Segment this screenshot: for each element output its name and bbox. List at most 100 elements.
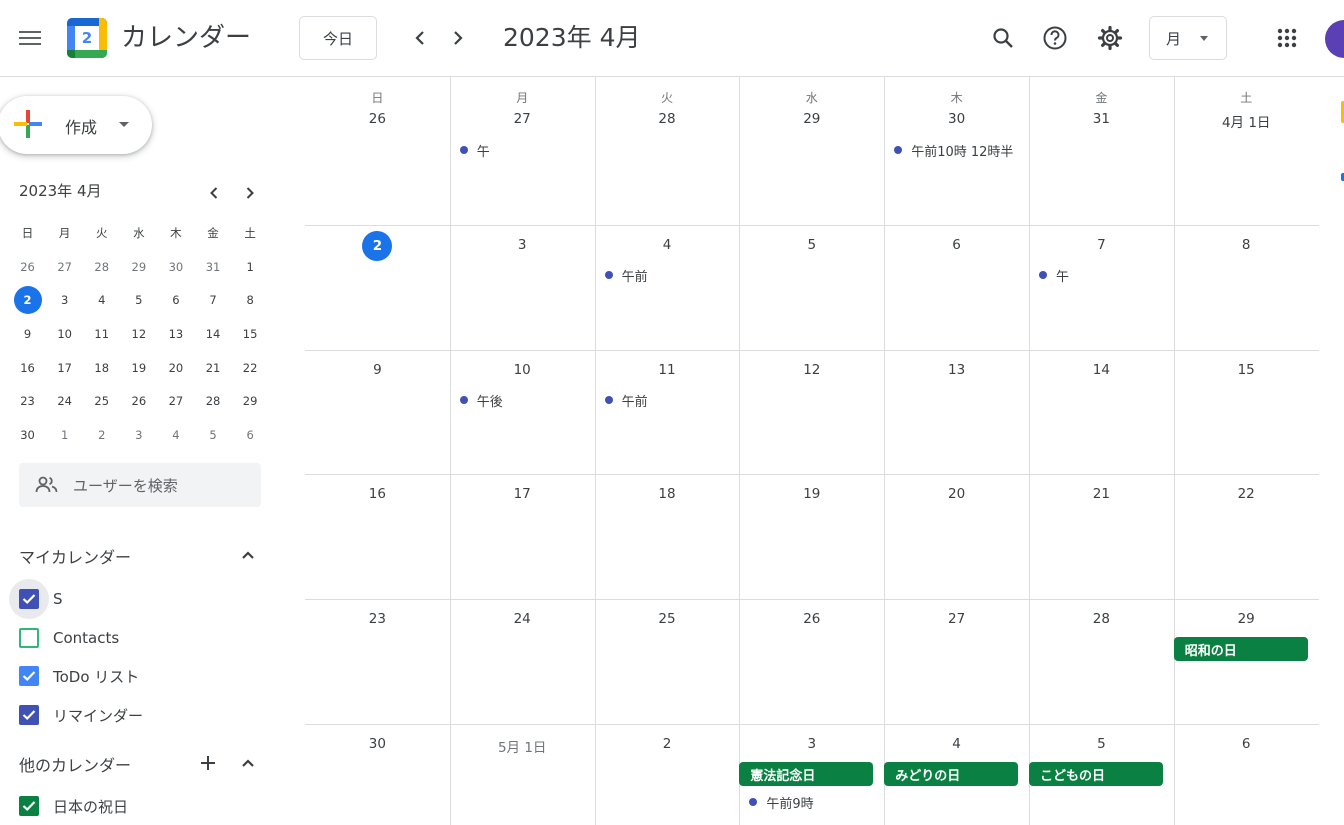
view-selector[interactable]: 月 (1149, 16, 1227, 60)
day-number[interactable]: 5 (739, 237, 884, 253)
mini-day[interactable]: 1 (46, 428, 83, 442)
calendar-event[interactable]: 午 (1039, 265, 1166, 285)
next-month-button[interactable] (442, 22, 474, 54)
day-number[interactable]: 5 (1029, 736, 1174, 752)
day-cell[interactable]: 6 (884, 225, 1029, 350)
calendar-list-item[interactable]: S (19, 586, 63, 612)
day-cell[interactable]: 28 (1029, 599, 1174, 724)
calendar-list-item[interactable]: ToDo リスト (19, 663, 139, 689)
search-users-field[interactable]: ユーザーを検索 (19, 463, 261, 507)
day-cell[interactable]: 27 (884, 599, 1029, 724)
calendar-event[interactable]: 午後 (459, 390, 587, 410)
calendar-event[interactable]: 午前10時 12時半 (894, 140, 1021, 160)
mini-day[interactable]: 20 (157, 361, 194, 375)
mini-day[interactable]: 24 (46, 394, 83, 408)
mini-day[interactable]: 3 (46, 293, 83, 307)
my-calendars-collapse-button[interactable] (236, 543, 260, 567)
checkbox-checked-icon[interactable] (19, 796, 39, 816)
mini-day[interactable]: 19 (120, 361, 157, 375)
holiday-event-chip[interactable]: 昭和の日 (1173, 637, 1308, 661)
day-cell[interactable]: 金 31 (1029, 77, 1174, 225)
calendar-event[interactable]: 午 (459, 140, 587, 160)
day-cell[interactable]: 10 (450, 350, 595, 474)
day-number[interactable]: 28 (1029, 611, 1174, 627)
my-calendars-heading[interactable]: マイカレンダー (19, 544, 131, 568)
mini-day[interactable]: 6 (232, 428, 269, 442)
mini-day[interactable]: 12 (120, 327, 157, 341)
mini-calendar-previous-button[interactable] (202, 182, 226, 204)
mini-day[interactable]: 4 (83, 293, 120, 307)
mini-day[interactable]: 17 (46, 361, 83, 375)
day-number-today[interactable]: 2 (305, 231, 450, 261)
mini-day[interactable]: 28 (83, 260, 120, 274)
day-number[interactable]: 31 (1029, 111, 1174, 127)
day-cell[interactable]: 17 (450, 474, 595, 599)
day-number[interactable]: 6 (1174, 736, 1319, 752)
day-cell[interactable]: 18 (595, 474, 740, 599)
mini-day[interactable]: 26 (120, 394, 157, 408)
day-cell[interactable]: 25 (595, 599, 740, 724)
day-cell[interactable]: 22 (1174, 474, 1319, 599)
mini-day[interactable]: 26 (9, 260, 46, 274)
mini-day[interactable]: 30 (157, 260, 194, 274)
holiday-event-chip[interactable]: みどりの日 (884, 762, 1018, 786)
day-number[interactable]: 19 (739, 486, 884, 502)
day-cell[interactable]: 日 26 (305, 77, 450, 225)
calendar-event[interactable]: 午前9時 (749, 792, 876, 812)
calendar-list-item[interactable]: 日本の祝日 (19, 793, 128, 819)
day-number[interactable]: 14 (1029, 362, 1174, 378)
mini-day[interactable]: 22 (232, 361, 269, 375)
day-cell[interactable]: 29 (1174, 599, 1319, 724)
app-title[interactable]: カレンダー (121, 20, 251, 56)
day-number[interactable]: 4 (595, 237, 740, 253)
day-number[interactable]: 8 (1174, 237, 1319, 253)
day-cell[interactable]: 5月 1日 (450, 724, 595, 825)
mini-day[interactable]: 5 (120, 293, 157, 307)
day-cell[interactable]: 9 (305, 350, 450, 474)
search-button[interactable] (986, 21, 1020, 55)
checkbox-checked-icon[interactable] (19, 666, 39, 687)
day-cell[interactable]: 5 (739, 225, 884, 350)
checkbox-checked-icon[interactable] (19, 589, 39, 609)
day-cell[interactable]: 水 29 (739, 77, 884, 225)
mini-day[interactable]: 21 (194, 361, 231, 375)
day-cell[interactable]: 2 (305, 225, 450, 350)
mini-day[interactable]: 4 (157, 428, 194, 442)
day-number[interactable]: 24 (450, 611, 595, 627)
apps-launcher-button[interactable] (1270, 21, 1304, 55)
help-button[interactable] (1038, 21, 1072, 55)
calendar-list-item[interactable]: リマインダー (19, 702, 143, 728)
day-cell[interactable]: 2 (595, 724, 740, 825)
day-cell[interactable]: 20 (884, 474, 1029, 599)
checkbox-checked-icon[interactable] (19, 705, 39, 726)
day-number[interactable]: 3 (739, 736, 884, 752)
day-number[interactable]: 16 (305, 486, 450, 502)
mini-day[interactable]: 29 (120, 260, 157, 274)
day-cell[interactable]: 3 (450, 225, 595, 350)
day-number[interactable]: 4 (884, 736, 1029, 752)
day-cell[interactable]: 4 (595, 225, 740, 350)
mini-day-selected[interactable]: 2 (9, 286, 46, 315)
day-cell[interactable]: 15 (1174, 350, 1319, 474)
day-number[interactable]: 21 (1029, 486, 1174, 502)
day-number[interactable]: 6 (884, 237, 1029, 253)
previous-month-button[interactable] (404, 22, 436, 54)
account-avatar[interactable] (1325, 20, 1344, 58)
day-cell[interactable]: 21 (1029, 474, 1174, 599)
day-cell[interactable]: 24 (450, 599, 595, 724)
day-number[interactable]: 9 (305, 362, 450, 378)
day-cell[interactable]: 12 (739, 350, 884, 474)
mini-day[interactable]: 28 (194, 394, 231, 408)
mini-day[interactable]: 31 (194, 260, 231, 274)
mini-day[interactable]: 6 (157, 293, 194, 307)
mini-day[interactable]: 13 (157, 327, 194, 341)
day-number[interactable]: 7 (1029, 237, 1174, 253)
mini-day[interactable]: 2 (83, 428, 120, 442)
mini-day[interactable]: 29 (232, 394, 269, 408)
settings-button[interactable] (1093, 21, 1127, 55)
mini-day[interactable]: 23 (9, 394, 46, 408)
main-menu-icon[interactable] (12, 20, 48, 56)
day-number[interactable]: 27 (884, 611, 1029, 627)
day-number[interactable]: 23 (305, 611, 450, 627)
mini-day[interactable]: 25 (83, 394, 120, 408)
